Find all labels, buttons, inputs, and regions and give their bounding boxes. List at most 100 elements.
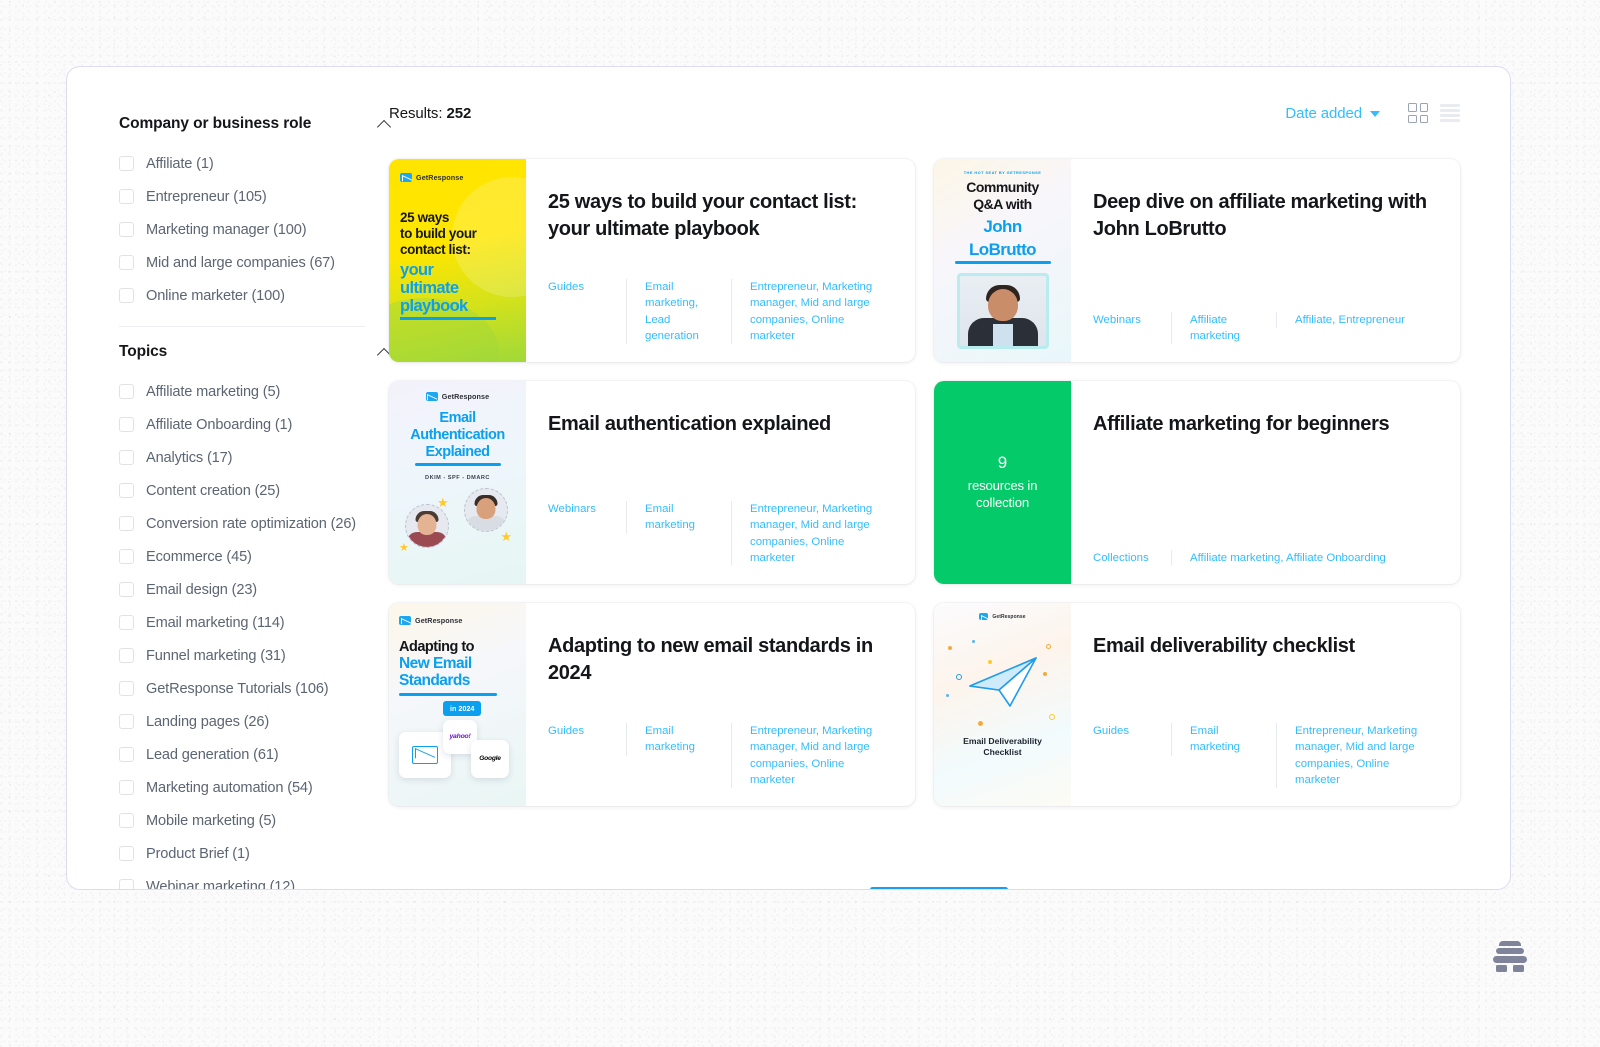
- checkbox[interactable]: [119, 747, 134, 762]
- card-type[interactable]: Guides: [548, 723, 626, 739]
- filter-option[interactable]: Marketing manager (100): [119, 213, 367, 246]
- checkbox[interactable]: [119, 582, 134, 597]
- checkbox[interactable]: [119, 648, 134, 663]
- checkbox[interactable]: [119, 222, 134, 237]
- filter-option[interactable]: Landing pages (26): [119, 705, 367, 738]
- card-body: Email authentication explained Webinars …: [526, 381, 915, 584]
- card-roles[interactable]: Entrepreneur, Marketing manager, Mid and…: [731, 501, 889, 566]
- checkbox[interactable]: [119, 255, 134, 270]
- caret-down-icon[interactable]: [1370, 111, 1380, 117]
- filter-option[interactable]: Content creation (25): [119, 474, 367, 507]
- cover-caption: Email Deliverability Checklist: [963, 736, 1042, 758]
- checkbox[interactable]: [119, 189, 134, 204]
- checkbox[interactable]: [119, 879, 134, 889]
- checkbox[interactable]: [119, 846, 134, 861]
- filter-option-label: Online marketer (100): [146, 287, 285, 304]
- card-type[interactable]: Guides: [1093, 723, 1171, 739]
- sort-dropdown[interactable]: Date added: [1285, 105, 1380, 122]
- google-logo-icon: Google: [471, 739, 509, 778]
- envelope-icon: [979, 613, 989, 620]
- filter-option[interactable]: Ecommerce (45): [119, 540, 367, 573]
- filter-option[interactable]: Affiliate Onboarding (1): [119, 408, 367, 441]
- card-body: 25 ways to build your contact list: your…: [526, 159, 915, 362]
- results-count: Results: 252: [389, 105, 471, 122]
- card-roles[interactable]: Entrepreneur, Marketing manager, Mid and…: [731, 279, 889, 344]
- checkbox[interactable]: [119, 288, 134, 303]
- grid-view-icon[interactable]: [1408, 103, 1428, 123]
- checkbox[interactable]: [119, 156, 134, 171]
- cover-underline: [414, 463, 501, 467]
- filter-option[interactable]: Mobile marketing (5): [119, 804, 367, 837]
- star-icon: ★: [399, 542, 409, 555]
- filter-option[interactable]: Marketing automation (54): [119, 771, 367, 804]
- filter-option[interactable]: Email design (23): [119, 573, 367, 606]
- resource-card[interactable]: GetResponse Adapting to New Email Standa…: [389, 603, 915, 806]
- card-topics[interactable]: Email marketing, Lead generation: [626, 279, 731, 344]
- checkbox[interactable]: [119, 681, 134, 696]
- filter-option[interactable]: GetResponse Tutorials (106): [119, 672, 367, 705]
- results-label: Results:: [389, 104, 443, 122]
- getresponse-logo-icon: GetResponse: [399, 616, 516, 625]
- resource-card[interactable]: THE HOT SEAT BY GETRESPONSE Community Q&…: [934, 159, 1460, 362]
- paper-plane-icon: [942, 638, 1063, 730]
- filter-option[interactable]: Online marketer (100): [119, 279, 367, 312]
- checkbox[interactable]: [119, 384, 134, 399]
- checkbox[interactable]: [119, 780, 134, 795]
- checkbox[interactable]: [119, 615, 134, 630]
- resource-card[interactable]: 9 resources in collection Affiliate mark…: [934, 381, 1460, 584]
- card-type[interactable]: Webinars: [1093, 312, 1171, 328]
- filter-option[interactable]: Affiliate marketing (5): [119, 375, 367, 408]
- card-topics[interactable]: Affiliate marketing: [1171, 311, 1276, 344]
- facet-header[interactable]: Topics: [119, 343, 407, 361]
- filter-option[interactable]: Lead generation (61): [119, 738, 367, 771]
- card-thumbnail: GetResponse Email Deliverability Checkli…: [934, 603, 1071, 806]
- checkbox[interactable]: [119, 417, 134, 432]
- filter-option[interactable]: Analytics (17): [119, 441, 367, 474]
- checkbox[interactable]: [119, 483, 134, 498]
- card-topics[interactable]: Affiliate marketing, Affiliate Onboardin…: [1171, 549, 1434, 566]
- facet-title: Company or business role: [119, 115, 312, 132]
- filter-option-label: Marketing manager (100): [146, 221, 307, 238]
- checkbox[interactable]: [119, 516, 134, 531]
- scroll-progress-indicator[interactable]: [869, 887, 1008, 889]
- filter-option[interactable]: Product Brief (1): [119, 837, 367, 870]
- facet-group-topics: Topics Affiliate marketing (5) Affiliate…: [119, 343, 367, 889]
- card-topics[interactable]: Email marketing: [626, 501, 731, 534]
- checkbox[interactable]: [119, 450, 134, 465]
- card-type[interactable]: Webinars: [548, 501, 626, 517]
- resource-card[interactable]: GetResponse Email Authentication Explain…: [389, 381, 915, 584]
- filter-option[interactable]: Email marketing (114): [119, 606, 367, 639]
- filter-option[interactable]: Conversion rate optimization (26): [119, 507, 367, 540]
- card-roles[interactable]: Entrepreneur, Marketing manager, Mid and…: [731, 723, 889, 788]
- checkbox[interactable]: [119, 549, 134, 564]
- getresponse-logo-icon: GetResponse: [397, 392, 518, 401]
- envelope-icon: [400, 173, 412, 182]
- resource-card[interactable]: GetResponse Email Deliverability Checkli…: [934, 603, 1460, 806]
- view-mode-toggle: [1408, 103, 1460, 123]
- filter-option[interactable]: Webinar marketing (12): [119, 870, 367, 889]
- resource-card[interactable]: GetResponse 25 ways to build your contac…: [389, 159, 915, 362]
- card-type[interactable]: Guides: [548, 279, 626, 295]
- card-roles[interactable]: Entrepreneur, Marketing manager, Mid and…: [1276, 723, 1434, 788]
- checkbox[interactable]: [119, 813, 134, 828]
- card-topics[interactable]: Email marketing: [626, 723, 731, 756]
- filter-option-label: Email design (23): [146, 581, 258, 598]
- facet-header[interactable]: Company or business role: [119, 115, 407, 133]
- filter-option[interactable]: Mid and large companies (67): [119, 246, 367, 279]
- list-view-icon[interactable]: [1440, 103, 1460, 123]
- card-type[interactable]: Collections: [1093, 550, 1171, 566]
- facet-title: Topics: [119, 343, 168, 360]
- cover-headline-line1: Adapting to: [399, 639, 475, 655]
- card-roles[interactable]: Affiliate, Entrepreneur: [1276, 311, 1434, 328]
- filter-option[interactable]: Affiliate (1): [119, 147, 367, 180]
- cover-accent-line1: John: [983, 216, 1022, 236]
- checkbox[interactable]: [119, 714, 134, 729]
- filter-option-label: Lead generation (61): [146, 746, 279, 763]
- brand-name: GetResponse: [416, 173, 464, 182]
- filter-option[interactable]: Funnel marketing (31): [119, 639, 367, 672]
- card-body: Adapting to new email standards in 2024 …: [526, 603, 915, 806]
- card-topics[interactable]: Email marketing: [1171, 723, 1276, 756]
- cover-underline: [400, 317, 496, 320]
- collection-thumbnail: 9 resources in collection: [934, 381, 1071, 584]
- filter-option[interactable]: Entrepreneur (105): [119, 180, 367, 213]
